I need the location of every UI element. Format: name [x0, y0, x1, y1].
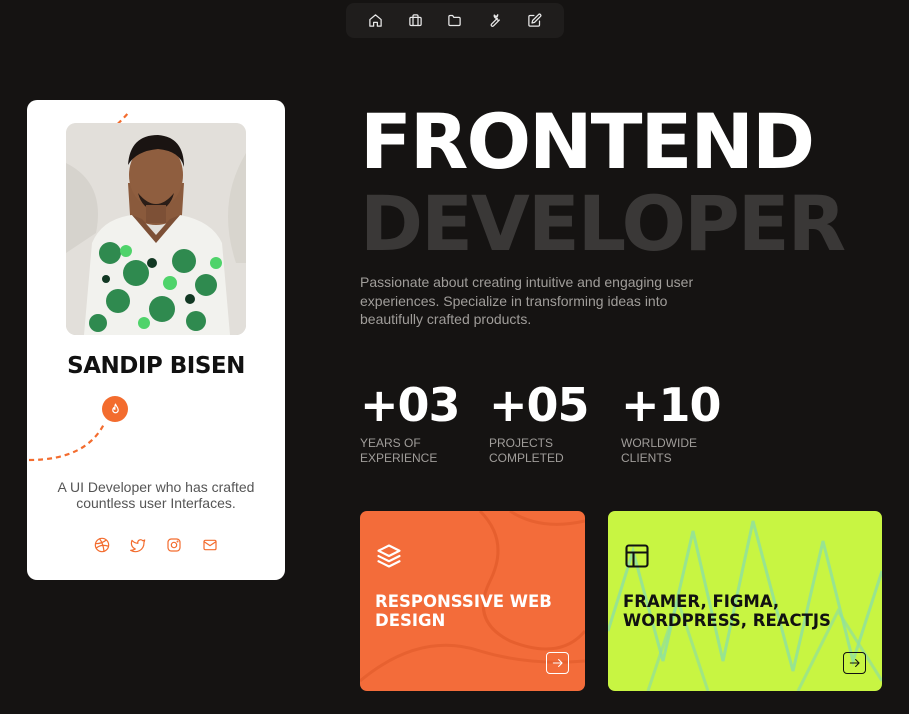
folder-icon	[448, 14, 462, 27]
instagram-link[interactable]	[166, 537, 182, 553]
profile-name: SANDIP BISEN	[67, 353, 245, 379]
social-links	[27, 537, 285, 553]
twitter-link[interactable]	[130, 537, 146, 553]
home-icon	[369, 14, 383, 27]
stat-value: +05	[489, 378, 590, 432]
briefcase-icon	[409, 14, 422, 27]
edit-icon	[527, 13, 542, 27]
nav-projects[interactable]	[444, 10, 466, 32]
stat-label: Projects Completed	[489, 436, 564, 465]
arrow-right-icon	[849, 658, 860, 668]
mail-icon	[203, 539, 217, 551]
twitter-icon	[130, 539, 146, 553]
card-title: RESPONSSIVE WEB DESIGN	[375, 592, 552, 630]
layers-icon	[377, 544, 401, 568]
card-arrow-button[interactable]	[546, 652, 569, 674]
stat-label: Years of Experience	[360, 436, 438, 465]
nav-work[interactable]	[404, 10, 426, 32]
wrench-icon	[490, 14, 501, 27]
card-arrow-button[interactable]	[843, 652, 866, 674]
stat-experience: +03 Years of Experience	[360, 378, 470, 466]
hero-title-line1: FRONTEND	[360, 97, 815, 186]
stat-value: +03	[360, 378, 461, 432]
layers-icon-wrap	[375, 542, 403, 570]
flame-icon	[111, 402, 119, 413]
nav-tools[interactable]	[484, 10, 506, 32]
flame-badge	[102, 396, 128, 422]
instagram-icon	[167, 538, 181, 552]
layout-icon	[625, 544, 649, 568]
layout-icon-wrap	[623, 542, 651, 570]
profile-card: SANDIP BISEN A UI Developer who has craf…	[27, 100, 285, 580]
card-responsive-design[interactable]: RESPONSSIVE WEB DESIGN	[360, 511, 585, 691]
card-title: FRAMER, FIGMA, WORDPRESS, REACTJS	[623, 592, 831, 630]
arrow-right-icon	[552, 658, 563, 668]
stat-projects: +05 Projects Completed	[489, 378, 599, 466]
nav-contact[interactable]	[523, 10, 545, 32]
hero-title-line2: DEVELOPER	[360, 179, 846, 268]
hero-intro: Passionate about creating intuitive and …	[360, 274, 694, 327]
stat-value: +10	[621, 378, 722, 432]
dashed-curve-decoration	[28, 421, 106, 462]
dribbble-link[interactable]	[94, 537, 110, 553]
stat-label: Worldwide Clients	[621, 436, 697, 465]
nav-home[interactable]	[365, 10, 387, 32]
top-nav	[346, 3, 564, 38]
profile-photo	[66, 123, 246, 335]
dribbble-icon	[94, 537, 110, 553]
stat-clients: +10 Worldwide Clients	[621, 378, 731, 466]
card-tools[interactable]: FRAMER, FIGMA, WORDPRESS, REACTJS	[608, 511, 882, 691]
mail-link[interactable]	[202, 537, 218, 553]
profile-bio: A UI Developer who has crafted countless…	[57, 479, 255, 511]
